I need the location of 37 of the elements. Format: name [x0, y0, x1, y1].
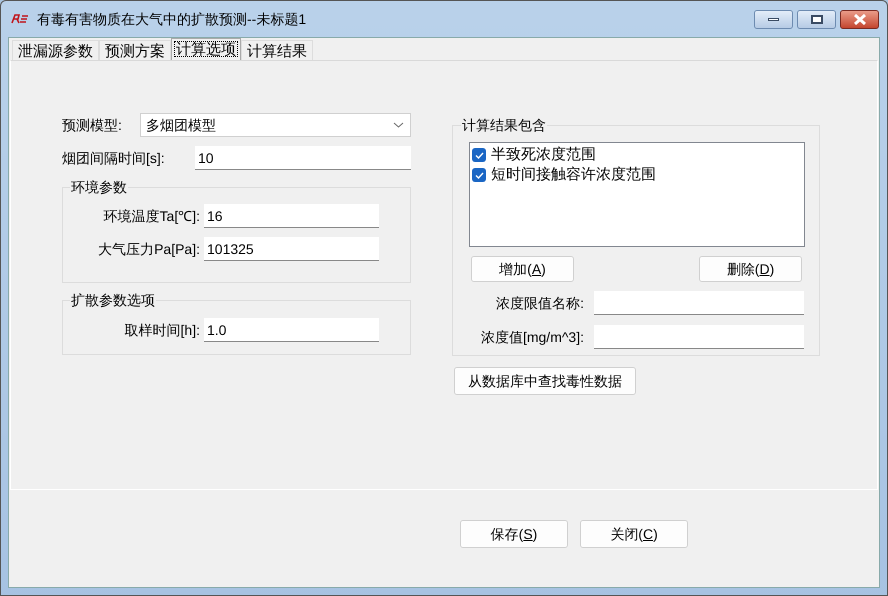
tab[interactable]: 预测方案	[99, 40, 171, 60]
field-label: 烟团间隔时间[s]:	[62, 148, 166, 168]
lookup-button[interactable]: 从数据库中查找毒性数据	[454, 367, 636, 395]
add-button[interactable]: 增加(A)	[471, 256, 574, 282]
field-label: 浓度限值名称:	[495, 294, 585, 312]
value-input[interactable]: 16	[204, 204, 379, 228]
maximize-button[interactable]	[797, 10, 836, 28]
checkbox[interactable]	[472, 148, 486, 162]
tab[interactable]: 泄漏源参数	[12, 40, 99, 60]
close-dialog-button[interactable]: 关闭(C)	[580, 520, 688, 548]
interval-input[interactable]: 10	[195, 146, 411, 170]
tab[interactable]: 计算选项	[171, 38, 241, 60]
list-item-label: 短时间接触容许浓度范围	[491, 164, 656, 185]
close-button[interactable]	[840, 10, 879, 28]
checkmark-icon	[474, 152, 484, 158]
result-listbox[interactable]: 半致死浓度范围 短时间接触容许浓度范围	[469, 142, 805, 247]
tab[interactable]: 计算结果	[241, 40, 313, 60]
value-input[interactable]: 1.0	[204, 318, 379, 342]
value-input[interactable]	[594, 325, 804, 349]
field-label: 预测模型:	[62, 116, 123, 134]
field-label: 取样时间[h]:	[124, 320, 201, 340]
field-label: 大气压力Pa[Pa]:	[97, 240, 201, 259]
close-icon	[852, 14, 866, 24]
value-input[interactable]	[594, 291, 804, 315]
field-label: 浓度值[mg/m^3]:	[480, 328, 585, 347]
list-item-label: 半致死浓度范围	[491, 144, 596, 165]
checkmark-icon	[474, 172, 484, 178]
app-logo-icon	[11, 14, 31, 24]
field-label: 环境温度Ta[℃]:	[102, 206, 201, 226]
delete-button[interactable]: 删除(D)	[699, 256, 802, 282]
save-button[interactable]: 保存(S)	[460, 520, 568, 548]
value-input[interactable]: 101325	[204, 237, 379, 261]
minimize-button[interactable]	[754, 10, 793, 28]
model-dropdown[interactable]: 多烟团模型	[140, 113, 411, 137]
chevron-down-icon	[393, 122, 404, 128]
window-title: 有毒有害物质在大气中的扩散预测--未标题1	[37, 10, 306, 28]
checkbox[interactable]	[472, 168, 486, 182]
